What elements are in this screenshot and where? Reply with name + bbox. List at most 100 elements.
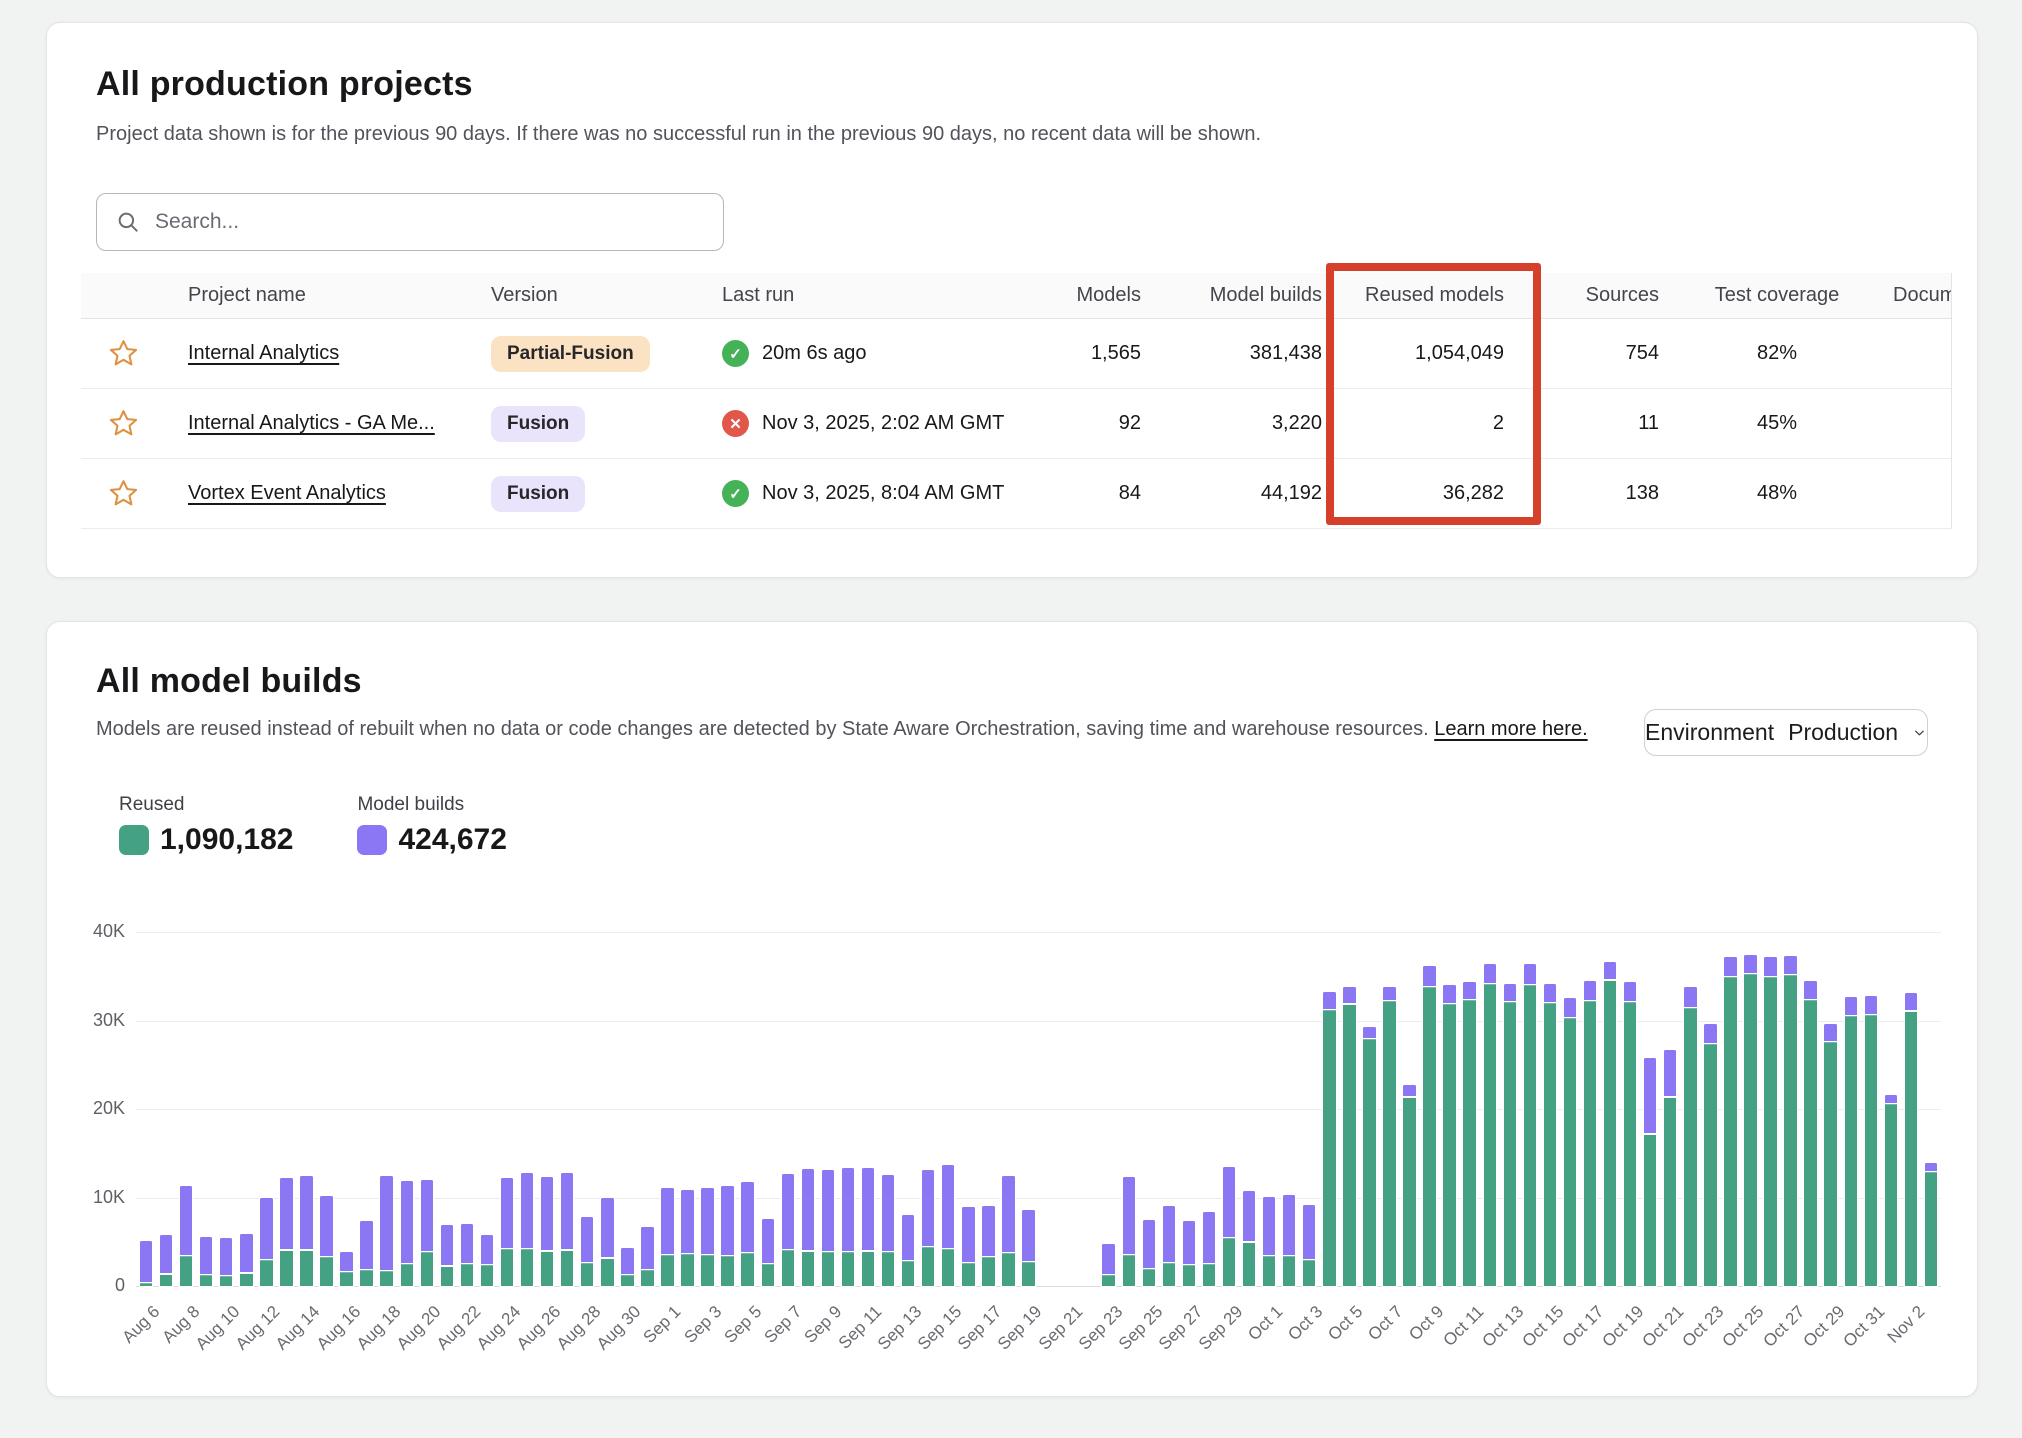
learn-more-link[interactable]: Learn more here.	[1434, 718, 1587, 740]
model-builds-value: 44,192	[1141, 482, 1322, 505]
x-tick-label: Sep 17	[954, 1302, 1006, 1354]
bar-segment-reused	[1363, 1039, 1375, 1286]
search-box[interactable]	[96, 193, 724, 251]
x-tick-label: Aug 16	[312, 1302, 364, 1354]
col-documentation: Documentation	[1885, 284, 1951, 307]
gridline	[136, 1286, 1941, 1287]
col-project-name: Project name	[166, 284, 466, 307]
project-link[interactable]: Internal Analytics	[188, 342, 339, 364]
bar-segment-reused	[681, 1254, 693, 1286]
table-row: Internal Analytics Partial-Fusion ✓20m 6…	[81, 319, 1951, 389]
bar-segment-model-builds	[782, 1174, 794, 1248]
x-tick-label: Oct 23	[1679, 1302, 1729, 1352]
bar-segment-reused	[882, 1252, 894, 1286]
bar-segment-reused	[1845, 1016, 1857, 1286]
x-tick-label: Oct 15	[1518, 1302, 1568, 1352]
models-value: 92	[1049, 412, 1141, 435]
bar-segment-model-builds	[1504, 984, 1516, 1001]
model-builds-value: 3,220	[1141, 412, 1322, 435]
bar-segment-model-builds	[721, 1186, 733, 1255]
bar-segment-model-builds	[220, 1238, 232, 1275]
chevron-down-icon	[1912, 723, 1927, 743]
bar-segment-model-builds	[902, 1215, 914, 1260]
search-input[interactable]	[155, 210, 705, 234]
bar-segment-model-builds	[1403, 1085, 1415, 1097]
environment-select[interactable]: Environment Production	[1644, 709, 1928, 756]
x-tick-label: Sep 27	[1155, 1302, 1207, 1354]
bar-segment-model-builds	[521, 1173, 533, 1247]
bar-segment-model-builds	[1744, 955, 1756, 974]
x-tick-label: Sep 3	[680, 1302, 726, 1348]
bar-segment-reused	[1544, 1003, 1556, 1286]
environment-label: Environment	[1645, 719, 1774, 746]
bar-segment-reused	[1283, 1256, 1295, 1286]
bar-segment-reused	[1102, 1275, 1114, 1286]
sticky-column-divider	[1951, 273, 1952, 529]
bar-segment-model-builds	[1885, 1095, 1897, 1103]
x-tick-label: Aug 14	[272, 1302, 324, 1354]
bar-segment-model-builds	[280, 1178, 292, 1250]
bar-segment-reused	[1604, 981, 1616, 1286]
bar-segment-reused	[180, 1256, 192, 1286]
legend-reused: Reused 1,090,182	[119, 794, 293, 857]
table-row: Vortex Event Analytics Fusion ✓Nov 3, 20…	[81, 459, 1951, 529]
bar-segment-model-builds	[1564, 998, 1576, 1017]
bar-segment-model-builds	[942, 1165, 954, 1247]
legend-value: 1,090,182	[160, 823, 293, 857]
star-icon[interactable]	[108, 338, 139, 369]
star-icon[interactable]	[108, 408, 139, 439]
bar-segment-reused	[1905, 1012, 1917, 1286]
x-tick-label: Oct 13	[1478, 1302, 1528, 1352]
bar-segment-reused	[481, 1265, 493, 1286]
x-tick-label: Oct 1	[1244, 1302, 1287, 1345]
x-tick-label: Sep 13	[874, 1302, 926, 1354]
bar-segment-model-builds	[741, 1182, 753, 1252]
x-tick-label: Aug 18	[353, 1302, 405, 1354]
bar-segment-model-builds	[661, 1188, 673, 1253]
project-link[interactable]: Vortex Event Analytics	[188, 482, 386, 504]
sources-value: 138	[1524, 482, 1669, 505]
bar-segment-model-builds	[1002, 1176, 1014, 1252]
bar-segment-reused	[1724, 977, 1736, 1286]
bar-segment-model-builds	[802, 1169, 814, 1250]
bar-segment-model-builds	[1604, 962, 1616, 980]
sources-value: 754	[1524, 342, 1669, 365]
bar-segment-reused	[300, 1251, 312, 1286]
bar-segment-model-builds	[982, 1206, 994, 1256]
model-builds-card: All model builds Models are reused inste…	[46, 621, 1978, 1397]
test-coverage-value: 48%	[1669, 482, 1885, 505]
bar-segment-reused	[641, 1270, 653, 1286]
bar-segment-model-builds	[1303, 1205, 1315, 1259]
bar-segment-reused	[441, 1267, 453, 1286]
project-link[interactable]: Internal Analytics - GA Me...	[188, 412, 435, 434]
x-tick-label: Oct 3	[1285, 1302, 1328, 1345]
bar-segment-model-builds	[1283, 1195, 1295, 1254]
bar-segment-model-builds	[180, 1186, 192, 1255]
bar-segment-model-builds	[842, 1168, 854, 1251]
bar-segment-model-builds	[200, 1237, 212, 1274]
legend-model-builds: Model builds 424,672	[357, 794, 506, 857]
version-badge: Partial-Fusion	[491, 336, 650, 372]
bar-segment-reused	[822, 1252, 834, 1286]
bar-segment-reused	[240, 1274, 252, 1286]
bar-segment-model-builds	[401, 1181, 413, 1262]
sources-value: 11	[1524, 412, 1669, 435]
star-icon[interactable]	[108, 478, 139, 509]
x-tick-label: Oct 27	[1759, 1302, 1809, 1352]
y-tick-label: 10K	[47, 1187, 125, 1208]
bar-segment-model-builds	[681, 1190, 693, 1253]
test-coverage-value: 82%	[1669, 342, 1885, 365]
bar-segment-model-builds	[561, 1173, 573, 1249]
x-tick-label: Aug 22	[433, 1302, 485, 1354]
bar-segment-reused	[1323, 1010, 1335, 1286]
bar-segment-model-builds	[1323, 992, 1335, 1009]
reused-models-value: 36,282	[1322, 482, 1524, 505]
bar-segment-model-builds	[1484, 964, 1496, 983]
bar-segment-model-builds	[1022, 1210, 1034, 1261]
bar-segment-reused	[661, 1255, 673, 1286]
bar-segment-reused	[1183, 1265, 1195, 1286]
bar-segment-reused	[762, 1264, 774, 1286]
bar-segment-model-builds	[1143, 1220, 1155, 1268]
model-builds-value: 381,438	[1141, 342, 1322, 365]
bar-segment-model-builds	[701, 1188, 713, 1253]
